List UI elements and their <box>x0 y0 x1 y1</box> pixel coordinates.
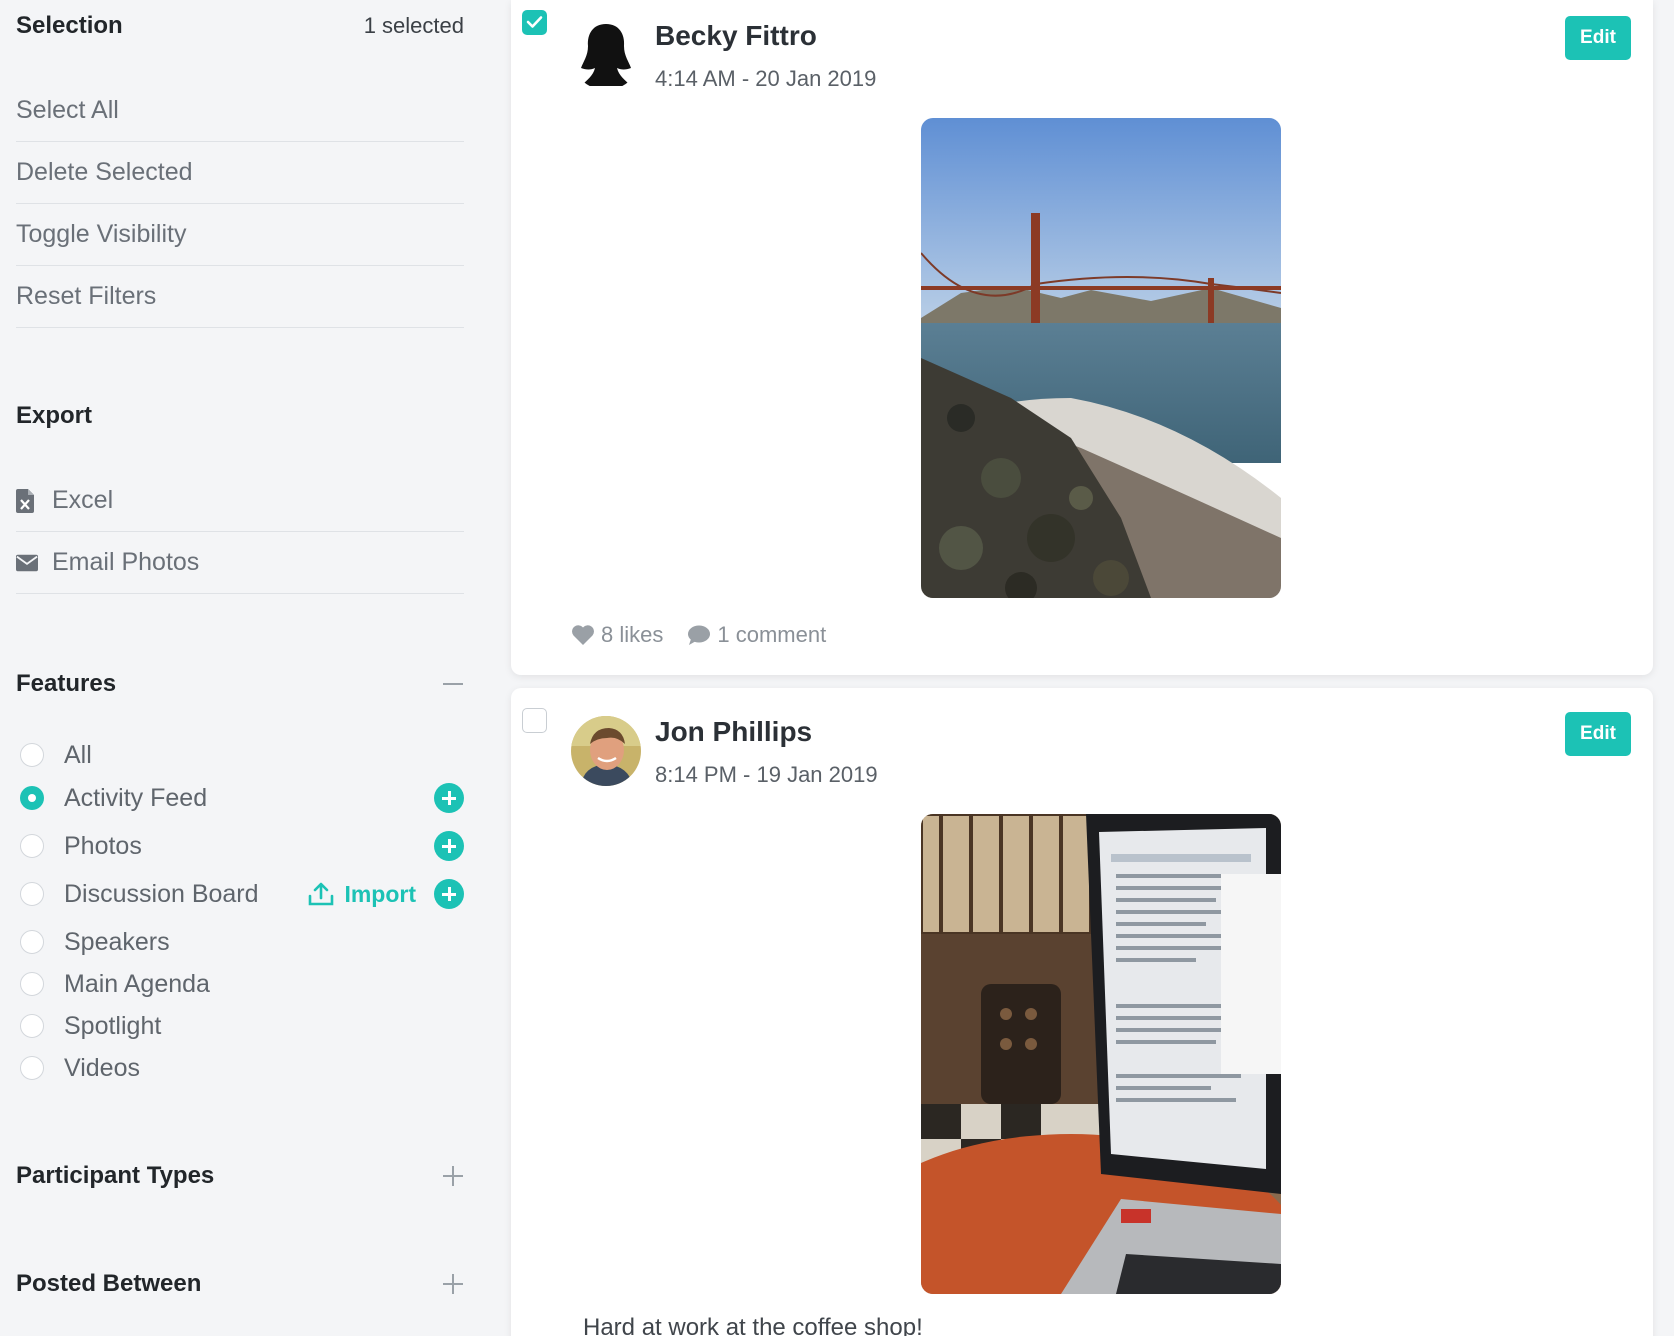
feature-radio-spotlight[interactable] <box>20 1014 44 1038</box>
features-collapse-button[interactable] <box>442 673 464 695</box>
checkmark-icon <box>526 16 543 28</box>
participant-types-expand-button[interactable] <box>442 1165 464 1187</box>
select-all-button[interactable]: Select All <box>16 80 464 142</box>
add-activity-feed-button[interactable] <box>434 783 464 813</box>
delete-selected-label: Delete Selected <box>16 158 193 186</box>
toggle-visibility-button[interactable]: Toggle Visibility <box>16 204 464 266</box>
posted-between-header[interactable]: Posted Between <box>16 1270 464 1298</box>
post-photo-golden-gate-bridge[interactable] <box>921 118 1281 598</box>
excel-file-icon <box>16 488 38 513</box>
feature-option-all[interactable]: All <box>20 735 464 775</box>
feature-label-discussion-board: Discussion Board <box>64 879 259 908</box>
import-label: Import <box>344 880 416 907</box>
post-stats: 8 likes 1 comment <box>571 622 850 648</box>
features-title: Features <box>16 670 117 697</box>
avatar <box>571 20 641 90</box>
feature-radio-activity-feed[interactable] <box>20 786 44 810</box>
export-header: Export <box>16 402 464 430</box>
comment-bubble-icon <box>688 625 711 645</box>
feature-label-spotlight: Spotlight <box>64 1011 162 1040</box>
feature-option-photos[interactable]: Photos <box>20 826 464 866</box>
toggle-visibility-label: Toggle Visibility <box>16 220 187 248</box>
post-author[interactable]: Jon Phillips <box>655 716 812 748</box>
feature-label-all: All <box>64 740 92 769</box>
feature-radio-main-agenda[interactable] <box>20 972 44 996</box>
excel-label: Excel <box>52 486 114 514</box>
comments-count: 1 comment <box>717 622 827 647</box>
feature-option-discussion-board[interactable]: Discussion Board Import <box>20 874 464 914</box>
laptop-photo-image <box>921 814 1281 1294</box>
select-all-label: Select All <box>16 96 119 124</box>
posted-between-expand-button[interactable] <box>442 1273 464 1295</box>
post-select-checkbox[interactable] <box>522 708 547 733</box>
selection-title: Selection <box>16 12 123 39</box>
participant-types-header[interactable]: Participant Types <box>16 1162 464 1190</box>
feature-radio-photos[interactable] <box>20 834 44 858</box>
post-caption: Hard at work at the coffee shop! <box>583 1314 923 1336</box>
post-timestamp: 4:14 AM - 20 Jan 2019 <box>655 66 877 91</box>
upload-icon <box>309 882 334 906</box>
avatar <box>571 716 641 786</box>
selection-header: Selection 1 selected <box>16 12 464 40</box>
feature-label-activity-feed: Activity Feed <box>64 783 208 812</box>
feature-label-main-agenda: Main Agenda <box>64 969 210 998</box>
bridge-photo-image <box>921 118 1281 598</box>
edit-post-button[interactable]: Edit <box>1565 16 1631 60</box>
feature-option-speakers[interactable]: Speakers <box>20 922 464 962</box>
feature-label-speakers: Speakers <box>64 927 170 956</box>
feature-radio-videos[interactable] <box>20 1056 44 1080</box>
email-photos-button[interactable]: Email Photos <box>16 532 464 594</box>
likes-count: 8 likes <box>601 622 664 647</box>
participant-types-title: Participant Types <box>16 1162 215 1189</box>
email-photos-label: Email Photos <box>52 548 200 576</box>
feature-option-spotlight[interactable]: Spotlight <box>20 1006 464 1046</box>
edit-post-button[interactable]: Edit <box>1565 712 1631 756</box>
post-card: Jon Phillips 8:14 PM - 19 Jan 2019 Edit <box>511 688 1653 1336</box>
add-discussion-board-button[interactable] <box>434 879 464 909</box>
feature-label-videos: Videos <box>64 1053 140 1082</box>
feature-label-photos: Photos <box>64 831 142 860</box>
export-excel-button[interactable]: Excel <box>16 470 464 532</box>
heart-icon <box>572 625 594 645</box>
post-card: Becky Fittro 4:14 AM - 20 Jan 2019 Edit <box>511 0 1653 675</box>
add-photos-button[interactable] <box>434 831 464 861</box>
post-select-checkbox[interactable] <box>522 10 547 35</box>
reset-filters-button[interactable]: Reset Filters <box>16 266 464 328</box>
sidebar: Selection 1 selected Select All Delete S… <box>0 0 490 1336</box>
feature-radio-all[interactable] <box>20 743 44 767</box>
feature-option-videos[interactable]: Videos <box>20 1048 464 1088</box>
feature-option-activity-feed[interactable]: Activity Feed <box>20 778 464 818</box>
post-author[interactable]: Becky Fittro <box>655 20 817 52</box>
reset-filters-label: Reset Filters <box>16 282 157 310</box>
feature-option-main-agenda[interactable]: Main Agenda <box>20 964 464 1004</box>
envelope-icon <box>16 554 38 572</box>
person-photo-avatar <box>571 716 641 786</box>
post-timestamp: 8:14 PM - 19 Jan 2019 <box>655 762 878 787</box>
feature-radio-speakers[interactable] <box>20 930 44 954</box>
selection-count: 1 selected <box>363 13 464 38</box>
silhouette-avatar-icon <box>571 20 641 90</box>
comments-stat[interactable]: 1 comment <box>687 622 826 648</box>
delete-selected-button[interactable]: Delete Selected <box>16 142 464 204</box>
post-photo-coffee-shop-laptop[interactable] <box>921 814 1281 1294</box>
export-title: Export <box>16 402 93 429</box>
features-header: Features <box>16 670 464 698</box>
likes-stat[interactable]: 8 likes <box>571 622 663 648</box>
import-button[interactable]: Import <box>308 881 416 908</box>
posted-between-title: Posted Between <box>16 1270 202 1297</box>
feature-radio-discussion-board[interactable] <box>20 882 44 906</box>
